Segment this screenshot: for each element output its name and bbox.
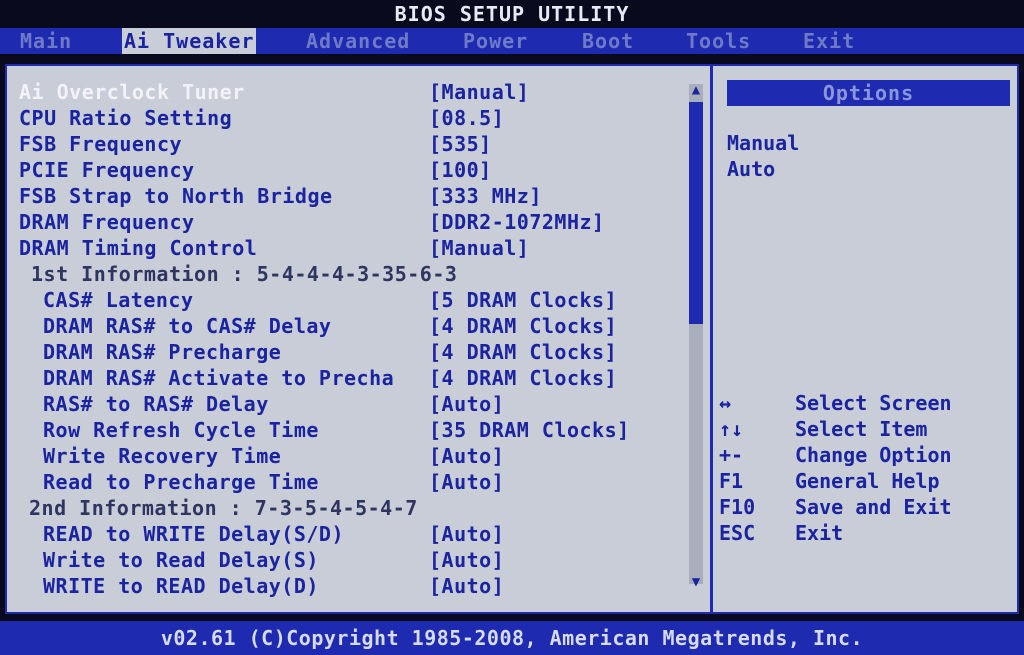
key-esc: ESC <box>719 521 756 545</box>
option-manual[interactable]: Manual <box>727 130 799 156</box>
value-row-refresh[interactable]: [35 DRAM Clocks] <box>429 418 630 442</box>
value-fsb-strap[interactable]: [333 MHz] <box>429 184 542 208</box>
setting-ras-to-ras[interactable]: RAS# to RAS# Delay <box>43 392 269 416</box>
menu-boot[interactable]: Boot <box>582 28 634 54</box>
menu-main[interactable]: Main <box>20 28 72 54</box>
menu-ai-tweaker[interactable]: Ai Tweaker <box>122 28 257 54</box>
key-desc-exit: Exit <box>795 521 844 545</box>
setting-fsb-strap[interactable]: FSB Strap to North Bridge <box>19 184 333 208</box>
value-pcie-frequency[interactable]: [100] <box>429 158 492 182</box>
info-1st: 1st Information : 5-4-4-4-3-35-6-3 <box>31 262 458 286</box>
value-cas-latency[interactable]: [5 DRAM Clocks] <box>429 288 617 312</box>
setting-cas-latency[interactable]: CAS# Latency <box>43 288 194 312</box>
value-ras-to-ras[interactable]: [Auto] <box>429 392 504 416</box>
window-title: BIOS SETUP UTILITY <box>394 2 630 26</box>
value-read-to-precharge[interactable]: [Auto] <box>429 470 504 494</box>
setting-ai-overclock-tuner[interactable]: Ai Overclock Tuner <box>19 80 245 104</box>
menu-bar: Main Ai Tweaker Advanced Power Boot Tool… <box>0 28 1024 54</box>
key-desc-select-screen: Select Screen <box>795 391 952 415</box>
menu-power[interactable]: Power <box>463 28 528 54</box>
value-ras-to-cas[interactable]: [4 DRAM Clocks] <box>429 314 617 338</box>
setting-fsb-frequency[interactable]: FSB Frequency <box>19 132 182 156</box>
info-2nd: 2nd Information : 7-3-5-4-5-4-7 <box>29 496 418 520</box>
setting-cpu-ratio[interactable]: CPU Ratio Setting <box>19 106 232 130</box>
setting-row-refresh[interactable]: Row Refresh Cycle Time <box>43 418 319 442</box>
key-desc-save-and-exit: Save and Exit <box>795 495 952 519</box>
setting-ras-activate[interactable]: DRAM RAS# Activate to Precha <box>43 366 394 390</box>
menu-advanced[interactable]: Advanced <box>306 28 410 54</box>
setting-write-to-read-s[interactable]: Write to Read Delay(S) <box>43 548 319 572</box>
value-write-to-read-s[interactable]: [Auto] <box>429 548 504 572</box>
value-dram-timing-control[interactable]: [Manual] <box>429 236 529 260</box>
settings-panel: Ai Overclock Tuner [Manual] CPU Ratio Se… <box>5 64 1019 614</box>
setting-dram-timing-control[interactable]: DRAM Timing Control <box>19 236 257 260</box>
setting-read-to-write[interactable]: READ to WRITE Delay(S/D) <box>43 522 344 546</box>
value-fsb-frequency[interactable]: [535] <box>429 132 492 156</box>
scrollbar-thumb[interactable] <box>689 102 703 324</box>
setting-pcie-frequency[interactable]: PCIE Frequency <box>19 158 195 182</box>
copyright-footer: v02.61 (C)Copyright 1985-2008, American … <box>0 621 1024 655</box>
value-read-to-write[interactable]: [Auto] <box>429 522 504 546</box>
setting-dram-frequency[interactable]: DRAM Frequency <box>19 210 195 234</box>
setting-ras-precharge[interactable]: DRAM RAS# Precharge <box>43 340 281 364</box>
setting-write-to-read-d[interactable]: WRITE to READ Delay(D) <box>43 574 319 598</box>
setting-read-to-precharge[interactable]: Read to Precharge Time <box>43 470 319 494</box>
value-ai-overclock-tuner[interactable]: [Manual] <box>429 80 529 104</box>
menu-tools[interactable]: Tools <box>686 28 751 54</box>
value-ras-activate[interactable]: [4 DRAM Clocks] <box>429 366 617 390</box>
panel-divider <box>710 66 713 612</box>
key-f1: F1 <box>719 469 744 493</box>
key-desc-general-help: General Help <box>795 469 940 493</box>
key-desc-change-option: Change Option <box>795 443 952 467</box>
key-plus-minus: +- <box>719 443 744 467</box>
key-up-down-arrows-icon: ↑↓ <box>719 417 744 441</box>
value-cpu-ratio[interactable]: [08.5] <box>429 106 504 130</box>
setting-ras-to-cas[interactable]: DRAM RAS# to CAS# Delay <box>43 314 331 338</box>
value-write-to-read-d[interactable]: [Auto] <box>429 574 504 598</box>
value-ras-precharge[interactable]: [4 DRAM Clocks] <box>429 340 617 364</box>
value-dram-frequency[interactable]: [DDR2-1072MHz] <box>429 210 605 234</box>
key-f10: F10 <box>719 495 756 519</box>
menu-exit[interactable]: Exit <box>803 28 855 54</box>
setting-write-recovery[interactable]: Write Recovery Time <box>43 444 281 468</box>
value-write-recovery[interactable]: [Auto] <box>429 444 504 468</box>
key-left-right-arrows-icon: ↔ <box>719 391 732 415</box>
scroll-up-icon[interactable]: ▲ <box>688 82 704 98</box>
key-desc-select-item: Select Item <box>795 417 928 441</box>
scroll-down-icon[interactable]: ▼ <box>688 574 704 590</box>
option-auto[interactable]: Auto <box>727 156 775 182</box>
options-header: Options <box>727 80 1010 106</box>
